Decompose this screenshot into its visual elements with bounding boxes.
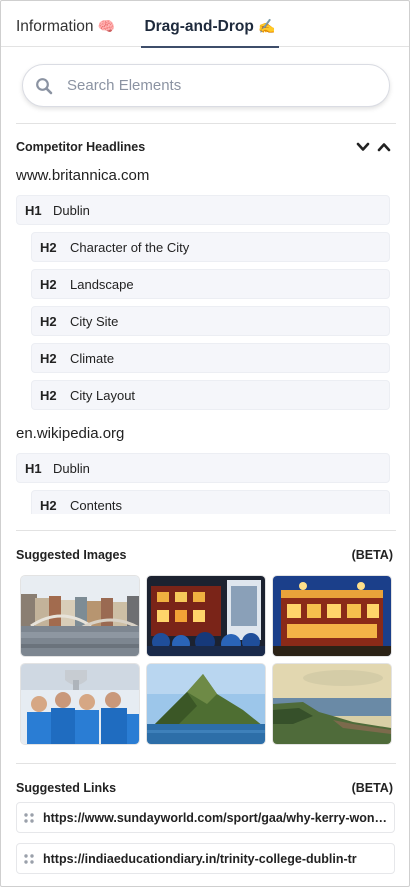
drag-handle-icon[interactable] xyxy=(23,853,35,865)
divider xyxy=(16,763,396,764)
heading-text: City Site xyxy=(70,314,119,329)
writing-hand-icon: ✍️ xyxy=(258,18,276,34)
headline-row[interactable]: H2 City Site xyxy=(31,306,390,336)
divider xyxy=(16,123,396,124)
headlines-list[interactable]: www.britannica.com H1 Dublin H2 Characte… xyxy=(1,164,409,514)
brain-icon: 🧠 xyxy=(97,18,116,34)
drag-handle-icon[interactable] xyxy=(23,812,35,824)
tab-drag-and-drop[interactable]: Drag-and-Drop ✍️ xyxy=(141,1,279,48)
suggested-image-pub-night-crowd[interactable] xyxy=(147,576,265,656)
link-url: https://www.sundayworld.com/sport/gaa/wh… xyxy=(43,811,389,825)
link-url: https://indiaeducationdiary.in/trinity-c… xyxy=(43,852,357,866)
heading-text: Character of the City xyxy=(70,240,190,255)
heading-level: H1 xyxy=(25,461,42,476)
search-icon xyxy=(36,78,53,95)
source-domain: en.wikipedia.org xyxy=(16,425,125,442)
search-input[interactable] xyxy=(67,65,367,106)
heading-text: City Layout xyxy=(70,388,136,403)
active-tab-indicator xyxy=(141,46,279,48)
divider xyxy=(16,530,396,531)
headline-row[interactable]: H2 City Layout xyxy=(31,380,390,410)
suggested-images-title: Suggested Images xyxy=(16,548,127,562)
tab-information-label: Information xyxy=(16,18,94,35)
heading-level: H1 xyxy=(25,203,42,218)
suggested-image-island-peak[interactable] xyxy=(147,664,265,744)
heading-text: Dublin xyxy=(53,461,90,476)
heading-text: Dublin xyxy=(53,203,90,218)
source-domain: www.britannica.com xyxy=(16,167,150,184)
headline-row[interactable]: H2 Landscape xyxy=(31,269,390,299)
suggested-links-title: Suggested Links xyxy=(16,781,117,795)
drag-and-drop-panel: Information 🧠 Drag-and-Drop ✍️ Competito… xyxy=(0,0,410,887)
search-box[interactable] xyxy=(22,64,390,107)
heading-level: H2 xyxy=(40,240,57,255)
competitor-headlines-title: Competitor Headlines xyxy=(16,140,146,154)
heading-level: H2 xyxy=(40,314,57,329)
suggested-image-pub-night-facade[interactable] xyxy=(273,576,391,656)
chevron-up-icon[interactable] xyxy=(377,141,391,153)
headline-row[interactable]: H1 Dublin xyxy=(16,195,390,225)
headline-row[interactable]: H1 Dublin xyxy=(16,453,390,483)
chevron-down-icon[interactable] xyxy=(356,141,370,153)
suggested-link[interactable]: https://indiaeducationdiary.in/trinity-c… xyxy=(16,843,395,874)
tab-information[interactable]: Information 🧠 xyxy=(16,1,115,47)
beta-badge: (BETA) xyxy=(351,548,393,562)
tab-drag-and-drop-label: Drag-and-Drop xyxy=(144,18,254,35)
suggested-link[interactable]: https://www.sundayworld.com/sport/gaa/wh… xyxy=(16,802,395,833)
heading-level: H2 xyxy=(40,388,57,403)
heading-level: H2 xyxy=(40,498,57,513)
suggested-image-river-bridge[interactable] xyxy=(21,576,139,656)
heading-text: Contents xyxy=(70,498,123,513)
heading-text: Climate xyxy=(70,351,115,366)
suggested-image-team-trophy[interactable] xyxy=(21,664,139,744)
headline-row[interactable]: H2 Contents xyxy=(31,490,390,514)
headline-row[interactable]: H2 Character of the City xyxy=(31,232,390,262)
headline-row[interactable]: H2 Climate xyxy=(31,343,390,373)
beta-badge: (BETA) xyxy=(351,781,393,795)
heading-level: H2 xyxy=(40,351,57,366)
tab-bar: Information 🧠 Drag-and-Drop ✍️ xyxy=(1,1,409,48)
heading-text: Landscape xyxy=(70,277,134,292)
suggested-image-coastal-cliffs[interactable] xyxy=(273,664,391,744)
heading-level: H2 xyxy=(40,277,57,292)
